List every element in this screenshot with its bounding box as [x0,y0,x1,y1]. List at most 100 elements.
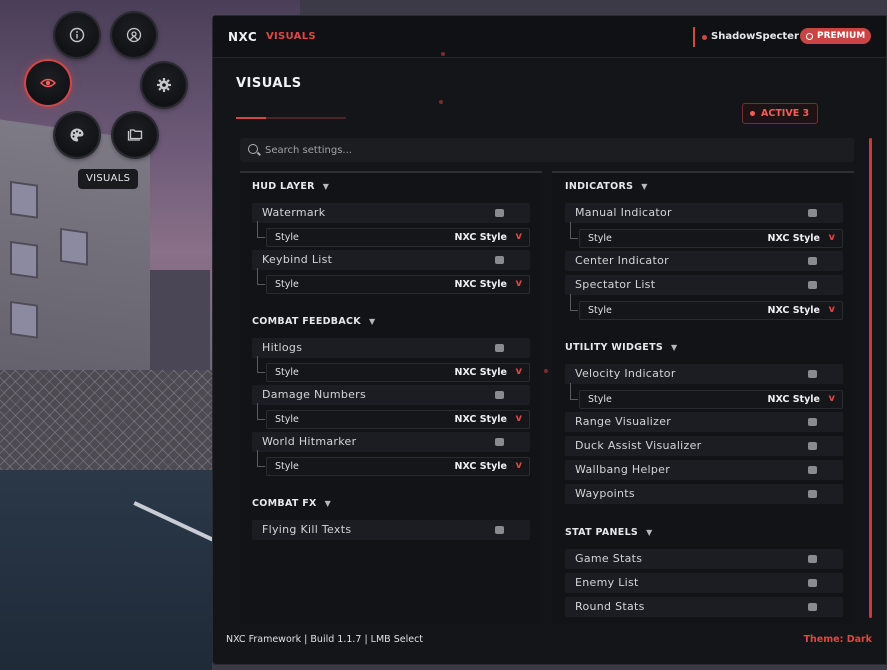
feature-range-visualizer[interactable]: Range Visualizer [565,412,843,432]
chevron-down-icon: ▼ [324,499,332,508]
toggle-switch[interactable] [808,370,817,378]
search-input[interactable] [265,138,845,162]
toggle-switch[interactable] [808,209,817,217]
toggle-switch[interactable] [808,442,817,450]
toggle-switch[interactable] [495,391,504,399]
chevron-down-icon: ▼ [641,182,648,191]
feature-manual-indicator[interactable]: Manual Indicator [565,203,843,223]
palette-button[interactable] [55,113,99,157]
section-header-utility-widgets[interactable]: UTILITY WIDGETS ▼ [565,342,677,356]
feature-spectator-list[interactable]: Spectator List [565,275,843,295]
toggle-switch[interactable] [495,209,504,217]
style-select-manual-indicator[interactable]: Style NXC Style v [570,222,843,248]
feature-center-indicator[interactable]: Center Indicator [565,251,843,271]
titlebar: NXC VISUALS ShadowSpecter PREMIUM [213,16,886,58]
toggle-switch[interactable] [495,344,504,352]
tree-connector [257,450,265,467]
chevron-down-icon: ▼ [646,528,653,537]
feature-flying-kill-texts[interactable]: Flying Kill Texts [252,520,530,540]
style-select-watermark[interactable]: Style NXC Style v [257,221,530,247]
toggle-switch[interactable] [808,579,817,587]
toggle-switch[interactable] [808,257,817,265]
feature-damage-numbers[interactable]: Damage Numbers [252,385,530,405]
toggle-switch[interactable] [808,603,817,611]
style-select-velocity-indicator[interactable]: Style NXC Style v [570,383,843,409]
background-fence [0,370,212,480]
feature-keybind-list[interactable]: Keybind List [252,250,530,270]
user-chip[interactable]: ShadowSpecter [693,27,807,47]
feature-world-hitmarker[interactable]: World Hitmarker [252,432,530,452]
style-select-hitlogs[interactable]: Style NXC Style v [257,356,530,382]
folder-icon [127,129,143,141]
footer: NXC Framework | Build 1.1.7 | LMB Select… [213,628,886,652]
page-title: VISUALS [236,76,302,91]
toggle-switch[interactable] [808,555,817,563]
brand-logo: NXC [228,30,258,44]
folder-button[interactable] [113,113,157,157]
tree-connector [257,221,265,238]
tree-connector [570,222,578,239]
background-road [0,470,212,670]
toggle-switch[interactable] [808,466,817,474]
palette-icon [70,128,84,142]
feature-round-stats[interactable]: Round Stats [565,597,843,617]
style-select-keybind-list[interactable]: Style NXC Style v [257,268,530,294]
tree-connector [257,268,265,285]
chevron-down-icon: ▼ [671,343,678,352]
chevron-down-icon: ▼ [322,182,330,191]
visuals-button[interactable] [26,61,70,105]
gear-icon [157,78,171,92]
target-icon [126,27,142,43]
toggle-switch[interactable] [808,281,817,289]
search-icon [248,144,258,154]
chevron-down-icon: v [828,304,835,315]
info-icon [69,27,85,43]
feature-duck-assist-visualizer[interactable]: Duck Assist Visualizer [565,436,843,456]
tree-connector [257,403,265,420]
style-select-spectator-list[interactable]: Style NXC Style v [570,294,843,320]
feature-watermark[interactable]: Watermark [252,203,530,223]
feature-velocity-indicator[interactable]: Velocity Indicator [565,364,843,384]
right-column: INDICATORS ▼ Manual Indicator Style NXC S… [552,171,854,624]
feature-enemy-list[interactable]: Enemy List [565,573,843,593]
feature-game-stats[interactable]: Game Stats [565,549,843,569]
chevron-down-icon: v [828,232,835,243]
section-header-stat-panels[interactable]: STAT PANELS ▼ [565,527,653,541]
toggle-switch[interactable] [495,256,504,264]
toggle-switch[interactable] [495,438,504,446]
tree-connector [570,294,578,311]
eye-icon [40,78,56,88]
footer-theme[interactable]: Theme: Dark [804,634,872,645]
tree-connector [257,356,265,373]
chevron-down-icon: v [515,460,522,471]
section-header-indicators[interactable]: INDICATORS ▼ [565,181,648,195]
toggle-switch[interactable] [808,418,817,426]
settings-button[interactable] [142,63,186,107]
toggle-switch[interactable] [495,526,504,534]
feature-hitlogs[interactable]: Hitlogs [252,338,530,358]
toggle-switch[interactable] [808,490,817,498]
chevron-down-icon: v [515,231,522,242]
chevron-down-icon: v [828,393,835,404]
feature-wallbang-helper[interactable]: Wallbang Helper [565,460,843,480]
footer-build-info: NXC Framework | Build 1.1.7 | LMB Select [226,634,424,645]
style-select-damage-numbers[interactable]: Style NXC Style v [257,403,530,429]
info-button[interactable] [55,13,99,57]
section-header-combat-feedback[interactable]: COMBAT FEEDBACK ▼ [252,316,375,330]
style-select-world-hitmarker[interactable]: Style NXC Style v [257,450,530,476]
decor-dot [544,369,548,373]
chevron-down-icon: v [515,366,522,377]
feature-waypoints[interactable]: Waypoints [565,484,843,504]
titlebar-section: VISUALS [266,31,316,42]
search-bar[interactable] [240,138,854,162]
main-panel: NXC VISUALS ShadowSpecter PREMIUM VISUAL… [212,15,887,665]
section-header-hud-layer[interactable]: HUD LAYER ▼ [252,181,329,195]
chevron-down-icon: v [515,278,522,289]
scrollbar[interactable] [869,138,872,618]
chevron-down-icon: ▼ [368,317,376,326]
tree-connector [570,383,578,400]
decor-dot [441,52,445,56]
section-header-combat-fx[interactable]: COMBAT FX ▼ [252,498,331,512]
radial-tooltip: VISUALS [78,169,139,189]
target-button[interactable] [112,13,156,57]
